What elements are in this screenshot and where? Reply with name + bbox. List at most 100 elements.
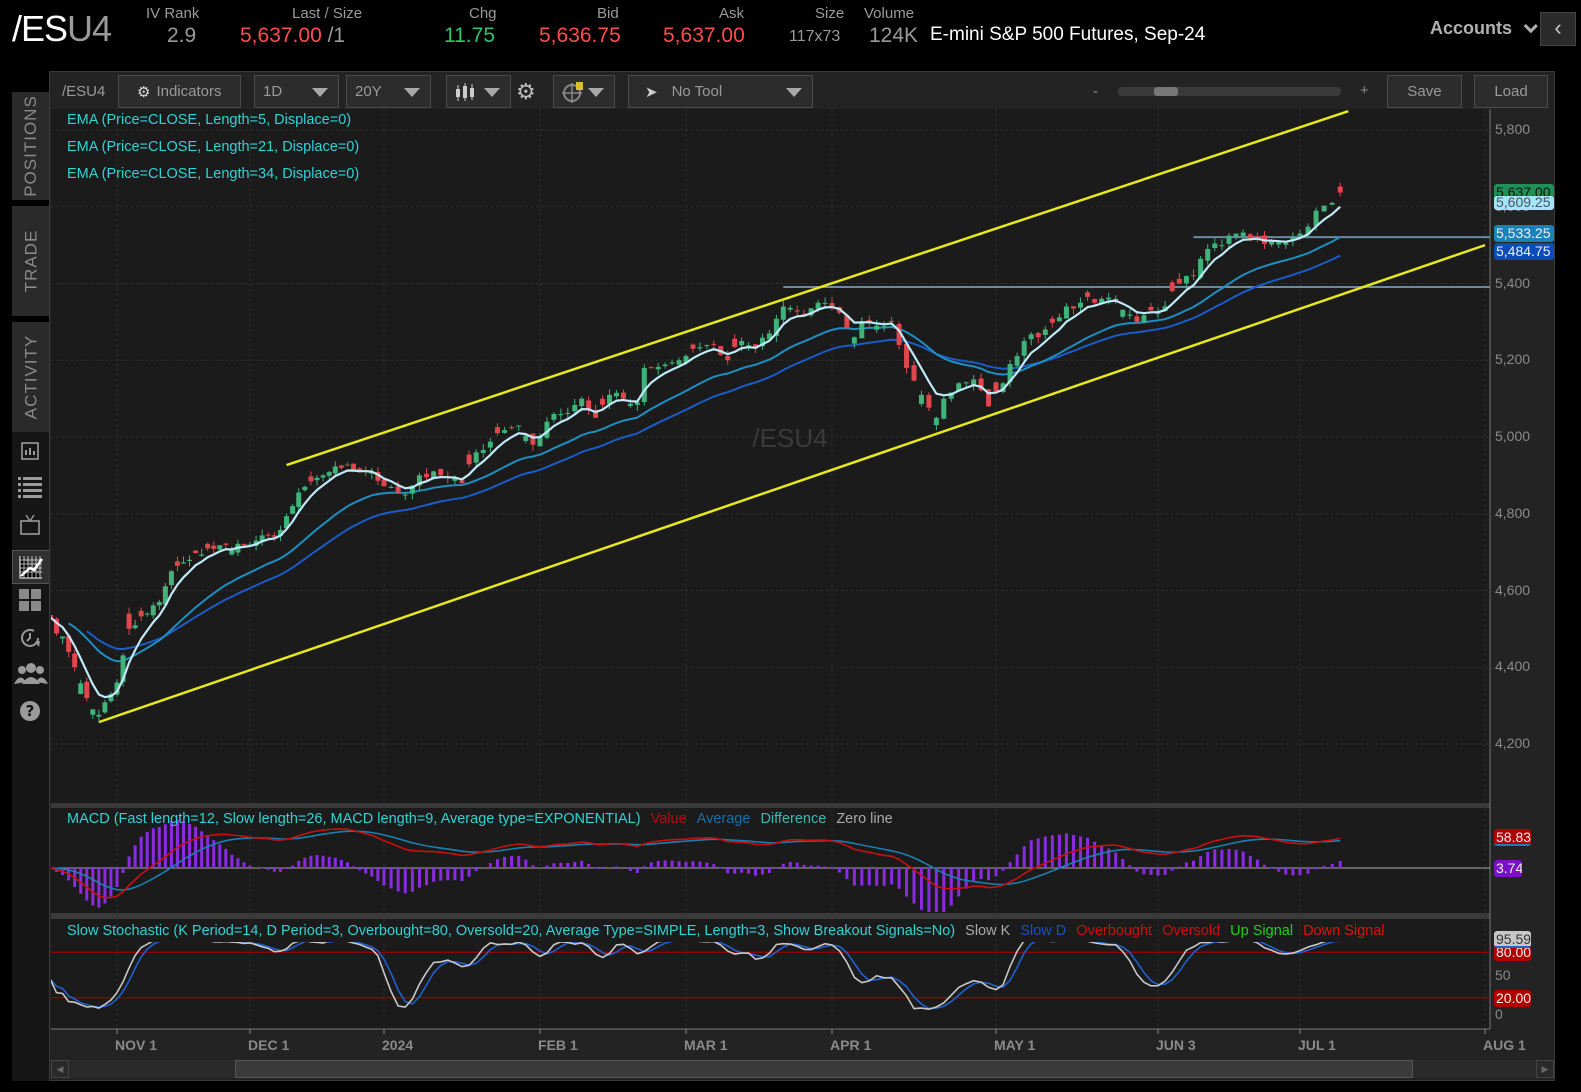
macd-diff-bar xyxy=(1277,868,1281,872)
macd-diff-bar xyxy=(236,858,240,868)
candle-down xyxy=(424,473,430,478)
macd-diff-bar xyxy=(712,864,716,868)
ema34-label[interactable]: EMA (Price=CLOSE, Length=34, Displace=0) xyxy=(67,166,359,182)
candle-down xyxy=(794,310,800,312)
macd-legend[interactable]: MACD (Fast length=12, Slow length=26, MA… xyxy=(67,811,893,827)
x-tick-label: JUN 3 xyxy=(1156,1037,1196,1053)
pane-divider xyxy=(51,803,1490,808)
macd-diff-bar xyxy=(403,868,407,894)
candle-up xyxy=(1205,248,1211,261)
y-tick-label: 4,600 xyxy=(1495,581,1531,598)
candle-up xyxy=(502,430,508,433)
candle-up xyxy=(669,362,675,364)
candle-up xyxy=(1014,356,1020,366)
candle-up xyxy=(473,452,479,463)
candle-up xyxy=(579,398,585,407)
macd-diff-bar xyxy=(867,868,871,886)
macd-diff-bar xyxy=(85,868,89,901)
macd-diff-bar xyxy=(816,865,820,868)
stoch-legend[interactable]: Slow Stochastic (K Period=14, D Period=3… xyxy=(67,923,1385,939)
macd-diff-bar xyxy=(488,863,492,868)
candle-up xyxy=(613,392,619,397)
macd-diff-bar xyxy=(1338,861,1342,868)
macd-diff-bar xyxy=(1227,848,1231,868)
macd-diff-bar xyxy=(837,868,841,873)
macd-diff-bar xyxy=(1149,868,1153,875)
candle-down xyxy=(600,398,606,405)
macd-diff-bar xyxy=(1022,846,1026,868)
macd-diff-bar xyxy=(352,866,356,868)
macd-diff-bar xyxy=(845,868,849,880)
candle-up xyxy=(1240,232,1246,237)
macd-diff-bar xyxy=(1330,863,1334,868)
macd-diff-bar xyxy=(1199,856,1203,868)
macd-diff-bar xyxy=(809,865,813,868)
macd-diff-bar xyxy=(321,855,325,868)
candle-up xyxy=(874,325,880,330)
macd-diff-bar xyxy=(460,868,464,882)
macd-diff-bar xyxy=(994,868,998,877)
macd-diff-bar xyxy=(987,868,991,881)
candle-down xyxy=(174,561,180,566)
macd-diff-bar xyxy=(1086,837,1090,868)
candle-down xyxy=(1092,299,1098,303)
macd-diff-bar xyxy=(890,868,894,885)
macd-diff-bar xyxy=(559,862,563,868)
scroll-left-button[interactable]: ◀ xyxy=(51,1060,69,1078)
candle-down xyxy=(51,614,53,618)
macd-diff-bar xyxy=(649,862,653,868)
candle-up xyxy=(480,450,486,453)
macd-diff-bar xyxy=(432,868,436,882)
macd-diff-bar xyxy=(580,860,584,868)
y-tick-label: 5,800 xyxy=(1495,121,1531,137)
macd-diff-bar xyxy=(495,859,499,868)
candle-up xyxy=(963,382,969,384)
macd-diff-bar xyxy=(601,868,605,869)
macd-diff-bar xyxy=(788,861,792,868)
macd-diff-bar xyxy=(248,865,252,868)
candle-down xyxy=(1085,292,1091,297)
ema5-price-label: 5,609.25 xyxy=(1494,196,1554,210)
macd-diff-bar xyxy=(1284,868,1288,875)
macd-diff-bar xyxy=(905,868,909,897)
candle-down xyxy=(338,465,344,468)
candle-up xyxy=(332,466,338,474)
candle-up xyxy=(1056,317,1062,322)
macd-diff-bar xyxy=(133,845,137,868)
macd-diff-bar xyxy=(503,856,507,868)
macd-diff-bar xyxy=(1100,845,1104,868)
macd-diff-bar xyxy=(1121,858,1125,868)
macd-diff-bar xyxy=(109,868,113,897)
macd-diff-bar xyxy=(517,855,521,868)
macd-diff-bar xyxy=(531,865,535,868)
candle-up xyxy=(662,364,668,367)
horizontal-scrollbar[interactable]: ◀ ▶ xyxy=(51,1060,1554,1078)
macd-diff-bar xyxy=(315,855,319,868)
macd-diff-bar xyxy=(151,828,155,868)
macd-diff-bar xyxy=(1241,851,1245,868)
macd-diff-bar xyxy=(446,868,450,881)
slowk-legend: Slow K xyxy=(965,923,1011,939)
candle-down xyxy=(205,543,211,549)
candle-up xyxy=(523,435,529,441)
macd-diff-bar xyxy=(957,868,961,897)
macd-diff-bar xyxy=(345,862,349,868)
macd-diff-bar xyxy=(656,860,660,868)
candle-up xyxy=(229,550,235,555)
macd-diff-bar xyxy=(481,867,485,868)
macd-diff-bar xyxy=(474,868,478,872)
macd-diff-bar xyxy=(1177,866,1181,868)
macd-diff-bar xyxy=(224,848,228,868)
macd-diff-bar xyxy=(97,868,101,908)
scrollbar-thumb[interactable] xyxy=(235,1060,1413,1078)
candle-up xyxy=(697,347,703,349)
ema21-label[interactable]: EMA (Price=CLOSE, Length=21, Displace=0) xyxy=(67,139,359,155)
candle-down xyxy=(732,338,738,347)
macd-diff-bar xyxy=(860,868,864,886)
candle-down xyxy=(509,427,515,429)
ema5-label[interactable]: EMA (Price=CLOSE, Length=5, Displace=0) xyxy=(67,112,351,128)
scroll-right-button[interactable]: ▶ xyxy=(1536,1060,1554,1078)
candle-down xyxy=(395,486,401,493)
candle-up xyxy=(787,307,793,310)
macd-diff-bar xyxy=(747,868,751,874)
